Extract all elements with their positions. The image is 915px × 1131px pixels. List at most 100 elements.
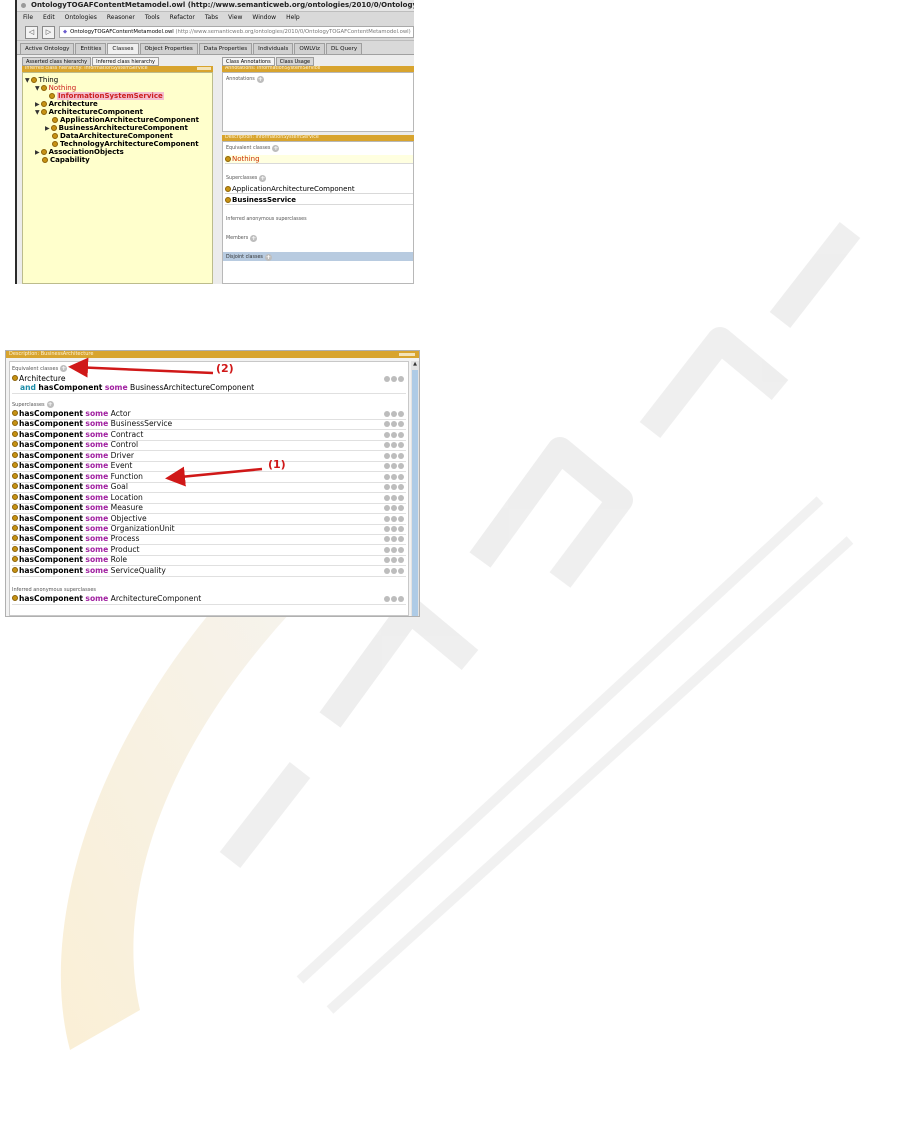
- delete-icon[interactable]: [391, 536, 397, 543]
- edit-icon[interactable]: [398, 484, 404, 491]
- expand-toggle-icon[interactable]: ▶: [35, 149, 40, 156]
- edit-icon[interactable]: [398, 442, 404, 449]
- edit-icon[interactable]: [398, 463, 404, 470]
- edit-icon[interactable]: [398, 411, 404, 417]
- superclass-row[interactable]: hasComponent some Function: [12, 472, 406, 483]
- superclass-row[interactable]: hasComponent some Process: [12, 534, 406, 546]
- edit-icon[interactable]: [398, 473, 404, 480]
- superclass-row[interactable]: hasComponent some ArchitectureComponent: [12, 594, 406, 605]
- info-icon[interactable]: [384, 494, 390, 501]
- edit-icon[interactable]: [398, 421, 404, 428]
- info-icon[interactable]: [384, 525, 390, 532]
- superclass-row[interactable]: hasComponent some Driver: [12, 451, 406, 462]
- delete-icon[interactable]: [391, 484, 397, 491]
- delete-icon[interactable]: [391, 421, 397, 428]
- add-equivalent-icon[interactable]: +: [272, 145, 280, 152]
- tree-node[interactable]: Capability: [42, 156, 90, 164]
- add-superclass-icon[interactable]: +: [259, 175, 267, 182]
- delete-icon[interactable]: [391, 473, 397, 480]
- scrollbar-thumb[interactable]: [412, 370, 418, 616]
- superclass-row[interactable]: hasComponent some Measure: [12, 503, 406, 515]
- info-icon[interactable]: [384, 473, 390, 480]
- expand-toggle-icon[interactable]: ▶: [45, 125, 50, 132]
- edit-icon[interactable]: [398, 376, 404, 382]
- superclass-row[interactable]: hasComponent some Location: [12, 493, 406, 504]
- info-icon[interactable]: [384, 376, 390, 382]
- superclass-row[interactable]: hasComponent some Actor: [12, 409, 406, 420]
- scroll-up-arrow-icon[interactable]: ▲: [412, 361, 418, 368]
- tab-asserted-hierarchy[interactable]: Asserted class hierarchy: [22, 57, 92, 66]
- superclass-row[interactable]: ApplicationArchitectureComponent: [225, 185, 413, 194]
- tab-class-annotations[interactable]: Class Annotations: [222, 57, 275, 66]
- superclass-row[interactable]: hasComponent some Contract: [12, 430, 406, 441]
- tab-class-usage[interactable]: Class Usage: [275, 57, 315, 66]
- menu-refactor[interactable]: Refactor: [170, 12, 195, 24]
- tab-dl-query[interactable]: DL Query: [325, 43, 363, 54]
- menu-file[interactable]: File: [23, 12, 33, 24]
- info-icon[interactable]: [384, 515, 390, 522]
- delete-icon[interactable]: [391, 525, 397, 532]
- info-icon[interactable]: [384, 484, 390, 491]
- menu-ontologies[interactable]: Ontologies: [65, 12, 97, 24]
- info-icon[interactable]: [384, 557, 390, 564]
- superclass-row[interactable]: hasComponent some Product: [12, 545, 406, 556]
- info-icon[interactable]: [384, 546, 390, 553]
- superclass-row[interactable]: hasComponent some Objective: [12, 514, 406, 525]
- delete-icon[interactable]: [391, 494, 397, 501]
- forward-arrow-icon[interactable]: ▷: [42, 25, 55, 39]
- menu-view[interactable]: View: [228, 12, 242, 24]
- delete-icon[interactable]: [391, 557, 397, 564]
- menu-help[interactable]: Help: [286, 12, 300, 24]
- edit-icon[interactable]: [398, 515, 404, 522]
- menu-tabs[interactable]: Tabs: [205, 12, 218, 24]
- tab-object-properties[interactable]: Object Properties: [139, 43, 198, 54]
- info-icon[interactable]: [384, 442, 390, 449]
- info-icon[interactable]: [384, 411, 390, 417]
- tab-entities[interactable]: Entities: [75, 43, 107, 54]
- edit-icon[interactable]: [398, 546, 404, 553]
- superclass-row[interactable]: hasComponent some Control: [12, 440, 406, 452]
- edit-icon[interactable]: [398, 557, 404, 564]
- tab-owlviz[interactable]: OWLViz: [294, 43, 325, 54]
- equivalent-class-row[interactable]: Nothing: [225, 155, 413, 164]
- delete-icon[interactable]: [391, 567, 397, 574]
- superclass-row[interactable]: hasComponent some ServiceQuality: [12, 566, 406, 577]
- superclass-row[interactable]: hasComponent some Role: [12, 555, 406, 567]
- edit-icon[interactable]: [398, 536, 404, 543]
- menu-reasoner[interactable]: Reasoner: [107, 12, 135, 24]
- window-menu-icon[interactable]: [21, 3, 26, 8]
- info-icon[interactable]: [384, 567, 390, 574]
- tree-node[interactable]: ApplicationArchitectureComponent: [52, 116, 199, 124]
- superclass-row[interactable]: hasComponent some BusinessService: [12, 419, 406, 431]
- edit-icon[interactable]: [398, 431, 404, 438]
- info-icon[interactable]: [384, 431, 390, 438]
- menu-window[interactable]: Window: [252, 12, 276, 24]
- edit-icon[interactable]: [398, 525, 404, 532]
- edit-icon[interactable]: [398, 494, 404, 501]
- delete-icon[interactable]: [391, 442, 397, 449]
- superclass-row[interactable]: hasComponent some OrganizationUnit: [12, 524, 406, 535]
- equivalent-class-expression[interactable]: Architecture and hasComponent some Busin…: [12, 374, 406, 394]
- delete-icon[interactable]: [391, 431, 397, 438]
- tab-classes[interactable]: Classes: [107, 43, 139, 54]
- tree-node-selected[interactable]: InformationSystemService: [49, 92, 164, 100]
- delete-icon[interactable]: [391, 452, 397, 459]
- delete-icon[interactable]: [391, 411, 397, 417]
- add-member-icon[interactable]: +: [250, 235, 258, 242]
- add-equivalent-icon[interactable]: +: [60, 365, 68, 372]
- add-annotation-icon[interactable]: +: [256, 76, 264, 83]
- tab-data-properties[interactable]: Data Properties: [198, 43, 253, 54]
- panel-controls-icon[interactable]: [399, 353, 415, 356]
- superclass-row[interactable]: BusinessService: [225, 196, 413, 205]
- delete-icon[interactable]: [391, 596, 397, 602]
- expand-toggle-icon[interactable]: ▼: [35, 109, 40, 116]
- edit-icon[interactable]: [398, 452, 404, 459]
- delete-icon[interactable]: [391, 546, 397, 553]
- ontology-address-field[interactable]: ◆ OntologyTOGAFContentMetamodel.owl (http…: [59, 26, 414, 38]
- delete-icon[interactable]: [391, 505, 397, 512]
- expand-toggle-icon[interactable]: ▼: [25, 77, 30, 84]
- tree-node[interactable]: TechnologyArchitectureComponent: [52, 140, 199, 148]
- menu-tools[interactable]: Tools: [145, 12, 160, 24]
- menu-edit[interactable]: Edit: [43, 12, 55, 24]
- disjoint-classes-row[interactable]: Disjoint classes +: [223, 252, 413, 261]
